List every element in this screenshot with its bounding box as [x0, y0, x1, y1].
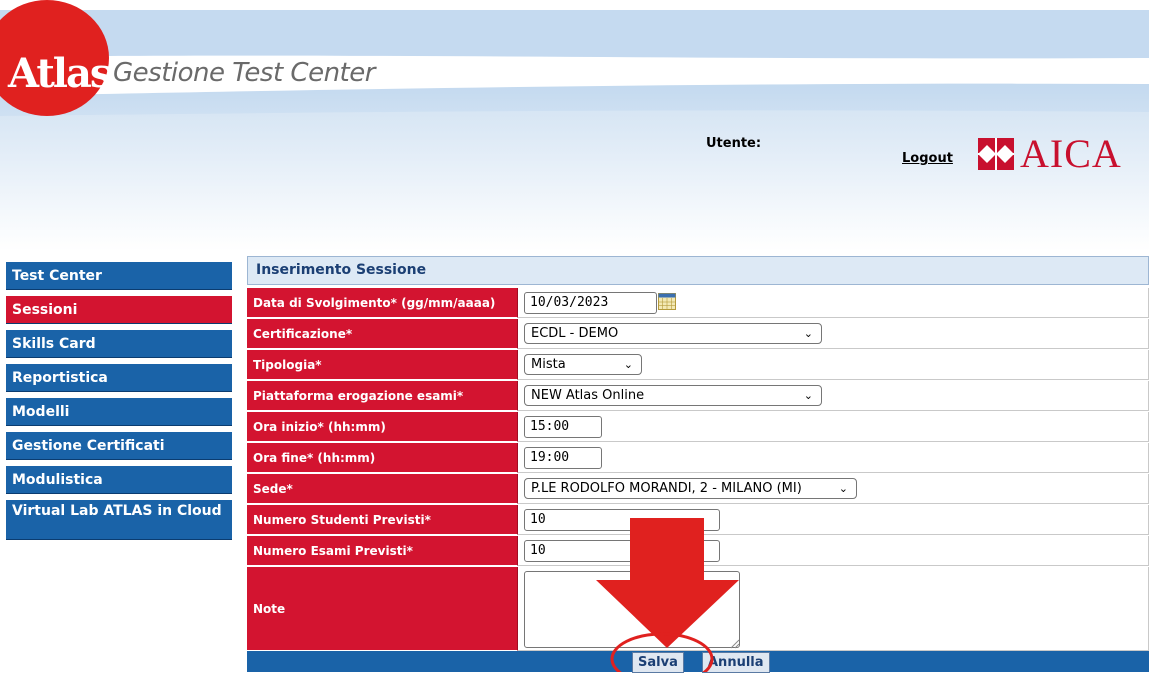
chevron-down-icon: ⌄ [838, 482, 848, 495]
field-label: Numero Studenti Previsti* [247, 505, 518, 535]
field-cell: 10 [518, 505, 1149, 535]
field-label: Sede* [247, 474, 518, 504]
field-cell: ECDL - DEMO ⌄ [518, 319, 1149, 349]
field-label: Ora fine* (hh:mm) [247, 443, 518, 473]
sidebar-item-virtual-lab[interactable]: Virtual Lab ATLAS in Cloud [6, 500, 232, 540]
aica-logo: AICA [978, 134, 1122, 174]
row-ora-inizio: Ora inizio* (hh:mm) 15:00 [247, 412, 1149, 442]
date-input[interactable]: 10/03/2023 [524, 292, 657, 314]
field-label: Tipologia* [247, 350, 518, 380]
header-background [0, 0, 1149, 250]
save-button[interactable]: Salva [632, 652, 684, 673]
field-label: Piattaforma erogazione esami* [247, 381, 518, 411]
aica-logo-icon [978, 138, 1014, 170]
chevron-down-icon: ⌄ [803, 389, 813, 402]
field-cell: Mista ⌄ [518, 350, 1149, 380]
row-numero-esami: Numero Esami Previsti* 10 [247, 536, 1149, 566]
form-title: Inserimento Sessione [247, 256, 1149, 285]
sidebar-item-reportistica[interactable]: Reportistica [6, 364, 232, 392]
select-value: NEW Atlas Online [531, 388, 645, 403]
row-sede: Sede* P.LE RODOLFO MORANDI, 2 - MILANO (… [247, 474, 1149, 504]
tipologia-select[interactable]: Mista ⌄ [524, 354, 642, 375]
piattaforma-select[interactable]: NEW Atlas Online ⌄ [524, 385, 822, 406]
field-cell [518, 567, 1149, 651]
app-title: Gestione Test Center [113, 58, 375, 88]
user-label: Utente: [706, 136, 762, 151]
field-label: Certificazione* [247, 319, 518, 349]
field-cell: 15:00 [518, 412, 1149, 442]
numero-esami-input[interactable]: 10 [524, 540, 720, 562]
row-numero-studenti: Numero Studenti Previsti* 10 [247, 505, 1149, 535]
resize-grip-icon[interactable] [730, 639, 740, 649]
sidebar-item-gestione-certificati[interactable]: Gestione Certificati [6, 432, 232, 460]
sidebar-item-skills-card[interactable]: Skills Card [6, 330, 232, 358]
field-cell: P.LE RODOLFO MORANDI, 2 - MILANO (MI) ⌄ [518, 474, 1149, 504]
select-value: P.LE RODOLFO MORANDI, 2 - MILANO (MI) [531, 481, 802, 496]
row-data-svolgimento: Data di Svolgimento* (gg/mm/aaaa) 10/03/… [247, 288, 1149, 318]
field-cell: NEW Atlas Online ⌄ [518, 381, 1149, 411]
ora-inizio-input[interactable]: 15:00 [524, 416, 602, 438]
note-textarea[interactable] [524, 571, 740, 648]
session-form: Inserimento Sessione Data di Svolgimento… [247, 256, 1149, 673]
field-label: Numero Esami Previsti* [247, 536, 518, 566]
sede-select[interactable]: P.LE RODOLFO MORANDI, 2 - MILANO (MI) ⌄ [524, 478, 857, 499]
field-label: Note [247, 567, 518, 651]
field-cell: 10/03/2023 [518, 288, 1149, 318]
field-cell: 19:00 [518, 443, 1149, 473]
logout-link[interactable]: Logout [902, 151, 953, 166]
field-label: Ora inizio* (hh:mm) [247, 412, 518, 442]
page-header: Atlas Gestione Test Center Utente: Logou… [0, 0, 1149, 250]
sidebar-item-modelli[interactable]: Modelli [6, 398, 232, 426]
field-label: Data di Svolgimento* (gg/mm/aaaa) [247, 288, 518, 318]
row-tipologia: Tipologia* Mista ⌄ [247, 350, 1149, 380]
sidebar: Test Center Sessioni Skills Card Reporti… [6, 262, 232, 546]
cancel-button[interactable]: Annulla [702, 652, 770, 673]
row-note: Note [247, 567, 1149, 651]
row-ora-fine: Ora fine* (hh:mm) 19:00 [247, 443, 1149, 473]
chevron-down-icon: ⌄ [803, 327, 813, 340]
field-cell: 10 [518, 536, 1149, 566]
certificazione-select[interactable]: ECDL - DEMO ⌄ [524, 323, 822, 344]
select-value: Mista [531, 357, 566, 372]
sidebar-item-modulistica[interactable]: Modulistica [6, 466, 232, 494]
sidebar-item-test-center[interactable]: Test Center [6, 262, 232, 290]
aica-text: AICA [1020, 131, 1122, 176]
row-certificazione: Certificazione* ECDL - DEMO ⌄ [247, 319, 1149, 349]
select-value: ECDL - DEMO [531, 326, 619, 341]
form-footer [247, 651, 1149, 672]
atlas-logo: Atlas [8, 50, 112, 97]
chevron-down-icon: ⌄ [623, 358, 633, 371]
row-piattaforma: Piattaforma erogazione esami* NEW Atlas … [247, 381, 1149, 411]
ora-fine-input[interactable]: 19:00 [524, 447, 602, 469]
sidebar-item-sessioni[interactable]: Sessioni [6, 296, 232, 324]
numero-studenti-input[interactable]: 10 [524, 509, 720, 531]
calendar-icon[interactable] [658, 293, 676, 310]
